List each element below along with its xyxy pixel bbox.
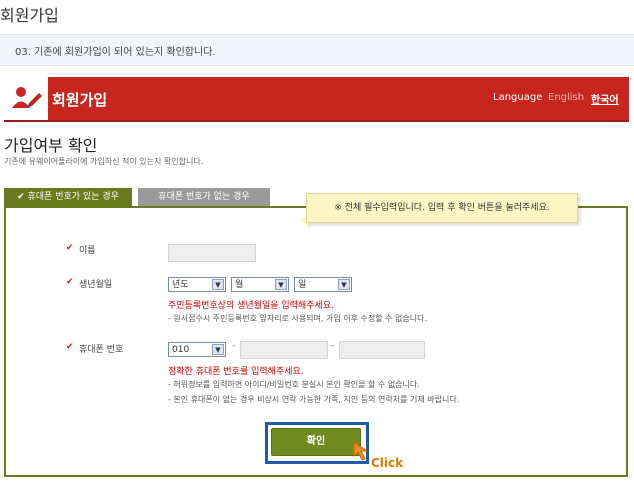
name-input[interactable] <box>168 244 256 262</box>
chevron-down-icon: ▼ <box>275 279 287 290</box>
required-check-icon: ✔ <box>66 277 74 287</box>
language-label: Language <box>493 92 543 103</box>
phone-note-1: - 허위정보를 입력하면 아이디/비밀번호 분실시 본인 확인을 할 수 없습니… <box>168 380 420 389</box>
phone-prefix-select[interactable]: 010 ▼ <box>168 342 226 357</box>
confirm-button[interactable]: 확인 <box>271 428 361 456</box>
language-english-link[interactable]: English <box>548 92 584 103</box>
birth-year-select[interactable]: 년도 ▼ <box>168 277 226 292</box>
phone-label: 휴대폰 번호 <box>79 345 124 355</box>
birth-day-value: 일 <box>298 280 307 290</box>
birth-month-value: 월 <box>235 280 244 290</box>
required-check-icon: ✔ <box>66 342 74 352</box>
phone-red-note: 정확한 휴대폰 번호를 입력해주세요. <box>168 367 304 377</box>
tab-with-phone[interactable]: ✔ 휴대폰 번호가 있는 경우 <box>4 188 132 206</box>
header-title: 회원가입 <box>52 91 108 109</box>
tab-with-phone-label: 휴대폰 번호가 있는 경우 <box>27 192 119 202</box>
tab-without-phone[interactable]: 휴대폰 번호가 없는 경우 <box>138 188 270 206</box>
check-icon: ✔ <box>17 192 28 202</box>
birth-label: 생년월일 <box>79 280 113 290</box>
birth-year-value: 년도 <box>172 280 189 290</box>
notice-tooltip: ※ 전체 필수입력입니다. 입력 후 확인 버튼을 눌러주세요. <box>306 193 578 223</box>
required-check-icon: ✔ <box>66 243 74 253</box>
section-title: 가입여부 확인 <box>4 136 98 155</box>
phone-last-input[interactable] <box>339 341 425 359</box>
birth-gray-note: - 원서접수시 주민등록번호 앞자리로 사용되며, 가입 이후 수정할 수 없습… <box>168 314 428 323</box>
birth-month-select[interactable]: 월 ▼ <box>231 277 289 292</box>
page-title: 회원가입 <box>0 6 59 25</box>
user-signup-icon <box>4 77 48 120</box>
name-label: 이름 <box>79 246 96 256</box>
step-text: 03. 기존에 회원가입이 되어 있는지 확인합니다. <box>15 47 216 58</box>
phone-prefix-value: 010 <box>172 345 190 355</box>
phone-dash: - <box>232 341 236 351</box>
section-description: 기존에 유웨이어플라이에 가입하신 적이 있는지 확인합니다. <box>4 157 204 166</box>
birth-day-select[interactable]: 일 ▼ <box>294 277 352 292</box>
click-hint: Click <box>371 456 404 470</box>
birth-red-note: 주민등록번호상의 생년월일을 입력해주세요. <box>168 301 334 311</box>
phone-note-2: - 본인 휴대폰이 없는 경우 비상시 연락 가능한 가족, 지인 등의 연락처… <box>168 395 460 404</box>
phone-middle-input[interactable] <box>240 341 328 359</box>
chevron-down-icon: ▼ <box>212 279 224 290</box>
chevron-down-icon: ▼ <box>212 344 224 355</box>
language-korean-link[interactable]: 한국어 <box>591 91 619 106</box>
phone-dash: - <box>331 341 335 351</box>
chevron-down-icon: ▼ <box>338 279 350 290</box>
